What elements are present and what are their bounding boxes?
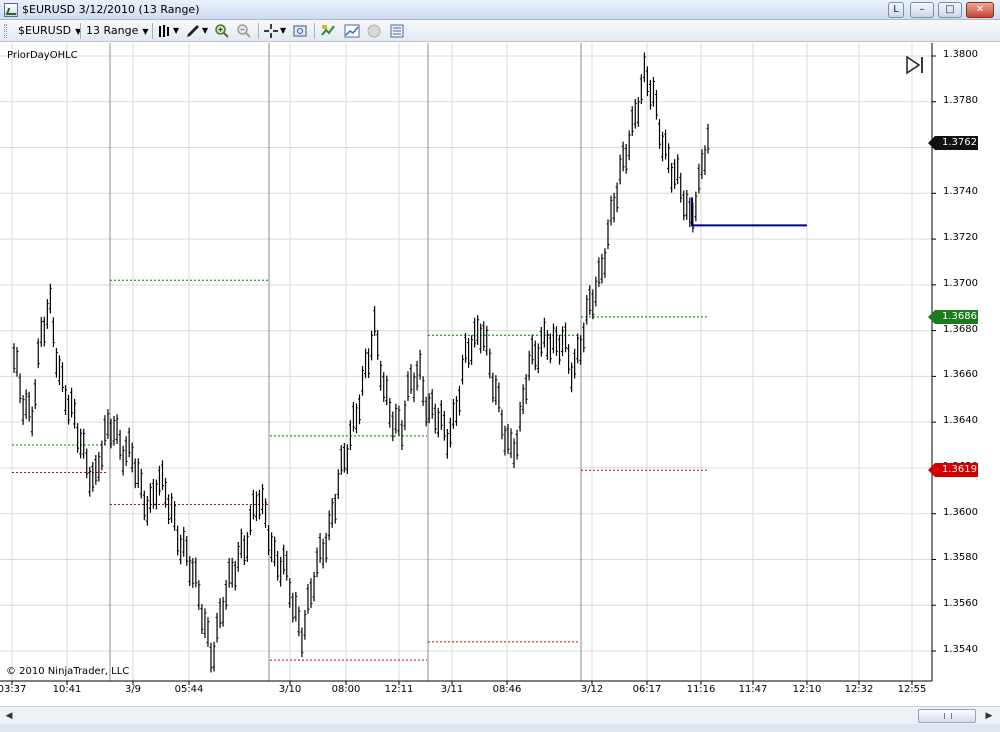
toolbar-separator [80,23,81,39]
price-tick-label: 1.3740 [943,186,978,198]
time-tick-label: 08:00 [331,684,361,695]
indicator-label: PriorDayOHLC [7,50,78,61]
time-tick-label: 08:46 [492,684,522,695]
time-tick-label: 05:44 [174,684,204,695]
window-titlebar: $EURUSD 3/12/2010 (13 Range) L – □ ✕ [0,0,1000,20]
price-badge: 1.3619 [928,463,978,478]
crosshair-icon[interactable] [263,23,279,39]
price-chart[interactable] [0,43,1000,706]
snapshot-icon[interactable] [292,23,308,39]
time-tick-label: 12:11 [384,684,414,695]
price-tick-label: 1.3800 [943,49,978,60]
time-tick-label: 11:16 [686,684,716,695]
bar-type-icon[interactable] [157,23,173,39]
zoom-out-icon[interactable] [236,23,252,39]
horizontal-scrollbar[interactable]: ◀ ▶ [0,706,1000,724]
time-tick-label: 12:55 [897,684,927,695]
zoom-in-icon[interactable] [214,23,230,39]
price-tick-label: 1.3660 [943,369,978,381]
indicators-icon[interactable] [344,23,360,39]
price-badge: 1.3686 [928,309,978,324]
time-tick-label: 03:37 [0,684,27,695]
chevron-down-icon[interactable]: ▼ [280,23,286,39]
interval-selector[interactable]: 13 Range ▼ [86,23,149,39]
link-button[interactable]: L [888,2,904,18]
instrument-selector[interactable]: $EURUSD ▼ [18,23,81,39]
prior-day-levels [12,197,807,661]
price-tick-label: 1.3640 [943,415,978,427]
interval-label: 13 Range [86,24,139,37]
chevron-down-icon[interactable]: ▼ [202,23,208,39]
time-tick-label: 06:17 [632,684,662,695]
properties-icon[interactable] [366,23,382,39]
maximize-button[interactable]: □ [938,2,962,18]
strategies-icon[interactable] [320,23,336,39]
current-price-line [691,197,807,227]
time-tick-label: 3/11 [440,684,464,695]
copyright-notice: © 2010 NinjaTrader, LLC [6,666,130,677]
draw-pencil-icon[interactable] [185,23,201,39]
price-tick-label: 1.3700 [943,277,978,289]
time-tick-label: 3/12 [580,684,604,695]
time-tick-label: 12:10 [792,684,822,695]
price-bars [12,52,710,673]
axis-ticks [11,55,936,685]
chevron-down-icon[interactable]: ▼ [173,23,179,39]
toolbar-separator [152,23,153,39]
price-tick-label: 1.3600 [943,506,978,518]
price-tick-label: 1.3680 [943,323,978,335]
price-tick-label: 1.3780 [943,94,978,106]
scrollbar-thumb[interactable] [918,709,976,723]
toolbar-grip[interactable] [4,24,7,38]
data-box-icon[interactable] [389,23,405,39]
close-button[interactable]: ✕ [966,2,994,18]
go-to-end-icon[interactable] [905,55,927,75]
toolbar-separator [258,23,259,39]
toolbar-separator [314,23,315,39]
price-tick-label: 1.3540 [943,644,978,655]
chart-toolbar: $EURUSD ▼ 13 Range ▼ ▼ ▼ ▼ [0,20,1000,42]
window-title: $EURUSD 3/12/2010 (13 Range) [22,3,200,16]
chevron-down-icon: ▼ [142,27,149,36]
window-bottom-edge [0,724,1000,732]
price-tick-label: 1.3720 [943,232,978,244]
time-tick-label: 12:32 [844,684,874,695]
time-tick-label: 3/10 [278,684,302,695]
time-tick-label: 10:41 [52,684,82,695]
price-badge: 1.3762 [928,135,978,150]
time-tick-label: 3/9 [124,684,142,695]
instrument-label: $EURUSD [18,24,72,37]
price-tick-label: 1.3560 [943,598,978,610]
chart-app-icon [4,3,18,17]
price-tick-label: 1.3580 [943,552,978,564]
scroll-left-icon[interactable]: ◀ [2,709,16,723]
time-tick-label: 11:47 [738,684,768,695]
scroll-right-icon[interactable]: ▶ [982,709,996,723]
minimize-button[interactable]: – [910,2,934,18]
